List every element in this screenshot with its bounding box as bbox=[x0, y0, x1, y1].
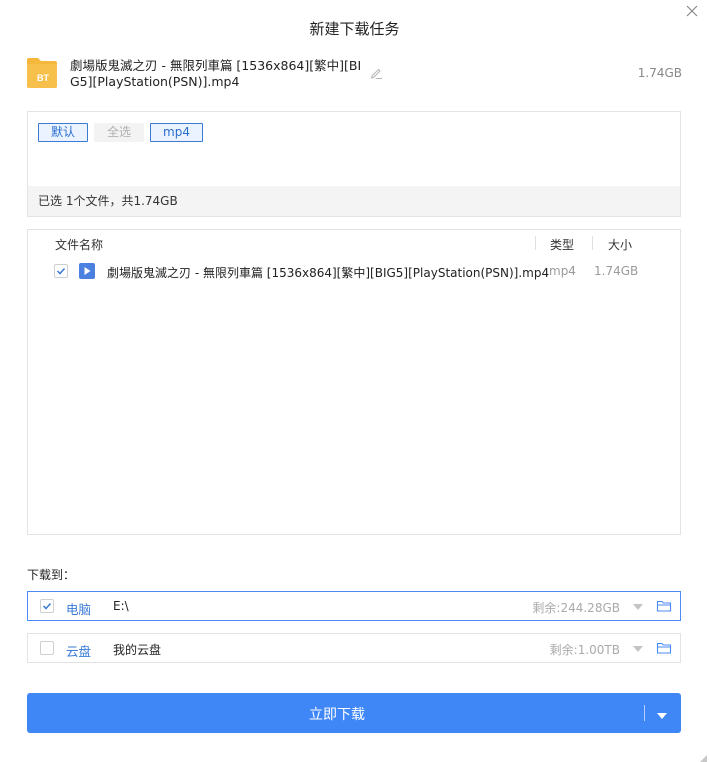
file-list-header: 文件名称 类型 大小 bbox=[28, 230, 680, 256]
file-size: 1.74GB bbox=[594, 264, 639, 278]
destination-computer-name: 电脑 bbox=[66, 602, 92, 617]
destination-computer-free-space: 剩余:244.28GB bbox=[532, 601, 620, 615]
caret-down-icon[interactable] bbox=[657, 709, 667, 719]
task-name: 劇場版鬼滅之刃 - 無限列車篇 [1536x864][繁中][BIG5][Pla… bbox=[70, 58, 362, 89]
filter-mp4-chip[interactable]: mp4 bbox=[150, 123, 203, 142]
column-header-size[interactable]: 大小 bbox=[608, 236, 632, 253]
file-type: mp4 bbox=[549, 264, 576, 278]
column-header-name[interactable]: 文件名称 bbox=[55, 236, 103, 253]
video-file-icon bbox=[79, 263, 95, 279]
task-size: 1.74GB bbox=[637, 66, 682, 80]
destination-cloud-path: 我的云盘 bbox=[113, 643, 162, 657]
file-row[interactable]: 劇場版鬼滅之刃 - 無限列車篇 [1536x864][繁中][BIG5][Pla… bbox=[28, 261, 680, 283]
folder-icon[interactable] bbox=[656, 598, 672, 614]
column-divider bbox=[535, 236, 536, 250]
file-checkbox[interactable] bbox=[54, 264, 68, 278]
column-header-type[interactable]: 类型 bbox=[550, 236, 574, 253]
destination-cloud-name: 云盘 bbox=[66, 644, 92, 659]
button-divider bbox=[644, 705, 645, 721]
file-list: 文件名称 类型 大小 劇場版鬼滅之刃 - 無限列車篇 [1536x864][繁中… bbox=[27, 229, 681, 535]
file-name: 劇場版鬼滅之刃 - 無限列車篇 [1536x864][繁中][BIG5][Pla… bbox=[107, 266, 550, 280]
download-now-label: 立即下载 bbox=[309, 707, 365, 723]
filter-select-all-chip[interactable]: 全选 bbox=[94, 123, 145, 142]
bt-icon-label: BT bbox=[37, 73, 49, 83]
dialog-title: 新建下载任务 bbox=[309, 20, 400, 38]
close-icon[interactable] bbox=[685, 4, 699, 18]
destination-computer-path: E:\ bbox=[113, 599, 129, 613]
folder-icon[interactable] bbox=[656, 640, 672, 656]
download-to-label: 下载到： bbox=[27, 568, 76, 582]
column-divider bbox=[592, 236, 593, 250]
file-filter-panel: 默认 全选 mp4 已选 1个文件，共1.74GB bbox=[27, 111, 681, 217]
destination-cloud-checkbox[interactable] bbox=[40, 641, 54, 655]
destination-computer-checkbox[interactable] bbox=[40, 599, 54, 613]
download-now-button[interactable]: 立即下载 bbox=[27, 693, 681, 733]
filter-default-chip[interactable]: 默认 bbox=[38, 123, 89, 142]
filter-chips: 默认 全选 mp4 bbox=[38, 123, 209, 142]
chevron-down-icon[interactable] bbox=[632, 643, 644, 653]
bt-file-icon: BT bbox=[27, 56, 57, 88]
resize-grip-icon[interactable] bbox=[699, 752, 707, 762]
destination-cloud[interactable]: 云盘 我的云盘 剩余:1.00TB bbox=[27, 633, 681, 663]
destination-cloud-free-space: 剩余:1.00TB bbox=[549, 643, 620, 657]
task-header: BT 劇場版鬼滅之刃 - 無限列車篇 [1536x864][繁中][BIG5][… bbox=[27, 56, 682, 92]
edit-icon[interactable] bbox=[369, 66, 383, 80]
destination-computer[interactable]: 电脑 E:\ 剩余:244.28GB bbox=[27, 591, 681, 621]
selection-summary: 已选 1个文件，共1.74GB bbox=[28, 186, 680, 216]
chevron-down-icon[interactable] bbox=[632, 601, 644, 611]
